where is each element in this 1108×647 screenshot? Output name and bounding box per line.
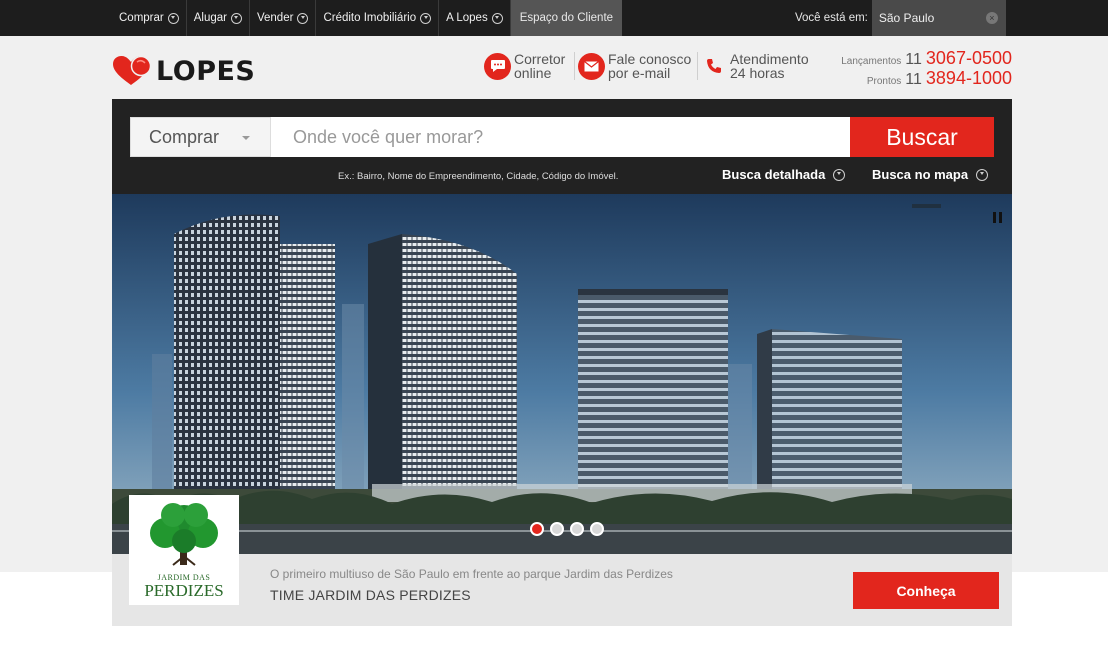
search-button[interactable]: Buscar	[850, 117, 994, 157]
map-search-label: Busca no mapa	[872, 167, 969, 182]
carousel-dot[interactable]	[570, 522, 584, 536]
slide-title: TIME JARDIM DAS PERDIZES	[270, 587, 471, 603]
mail-icon	[578, 52, 605, 80]
pause-icon[interactable]	[993, 212, 1002, 223]
search-type-select[interactable]: Comprar	[130, 117, 271, 157]
chevron-down-icon	[167, 12, 179, 24]
carousel-dot[interactable]	[550, 522, 564, 536]
heart-logo-icon	[112, 55, 152, 87]
location-label: Você está em:	[795, 12, 868, 24]
slide-progress	[912, 204, 941, 208]
hero-banner[interactable]	[112, 194, 1012, 554]
chevron-down-icon	[242, 136, 250, 140]
chevron-down-icon	[297, 12, 309, 24]
search-input[interactable]	[271, 117, 850, 157]
nav-item-client-area[interactable]: Espaço do Cliente	[510, 0, 623, 36]
email-contact[interactable]: Fale conosco por e-mail	[578, 52, 691, 80]
launches-ddd: 11	[905, 51, 922, 68]
ready-number: 3894-1000	[925, 68, 1012, 88]
location-value: São Paulo	[878, 11, 935, 25]
email-line2: por e-mail	[608, 65, 671, 81]
email-contact-text: Fale conosco por e-mail	[608, 52, 691, 80]
nav-item-label: Crédito Imobiliário	[323, 12, 417, 24]
logo[interactable]: LOPES	[112, 55, 255, 87]
phone-icon	[704, 53, 724, 80]
search-hint: Ex.: Bairro, Nome do Empreendimento, Cid…	[338, 171, 619, 182]
nav-item-vender[interactable]: Vender	[250, 0, 317, 36]
brand-name: LOPES	[156, 55, 256, 87]
nav-item-credito[interactable]: Crédito Imobiliário	[316, 0, 440, 36]
email-line1: Fale conosco	[608, 51, 692, 67]
search-type-value: Comprar	[149, 126, 220, 147]
ready-ddd: 11	[905, 71, 922, 88]
chevron-down-icon	[833, 168, 846, 181]
location-select[interactable]: São Paulo ×	[871, 0, 1006, 36]
nav-item-alugar[interactable]: Alugar	[187, 0, 250, 36]
nav-item-comprar[interactable]: Comprar	[112, 0, 187, 36]
chat-icon	[484, 52, 511, 80]
project-logo[interactable]: JARDIM DAS PERDIZES	[129, 495, 239, 605]
chat-line1: Corretor	[514, 51, 566, 67]
nav-item-label: A Lopes	[446, 12, 488, 24]
badge-line2: PERDIZES	[144, 581, 224, 600]
chevron-down-icon	[230, 12, 242, 24]
phone-numbers: Lançamentos 11 3067-0500 Prontos 11 3894…	[834, 48, 1012, 90]
top-nav: Comprar Alugar Vender Crédito Imobiliári…	[112, 0, 623, 36]
nav-item-label: Vender	[256, 12, 294, 24]
phone-contact[interactable]: Atendimento 24 horas	[704, 52, 809, 80]
location-picker: Você está em: São Paulo ×	[795, 0, 1006, 36]
nav-item-label: Alugar	[193, 12, 227, 24]
chat-line2: online	[514, 65, 552, 81]
phone-line2: 24 horas	[730, 65, 785, 81]
ready-phone[interactable]: Prontos 11 3894-1000	[834, 68, 1012, 90]
carousel-dots	[530, 522, 604, 536]
slide-description: O primeiro multiuso de São Paulo em fren…	[270, 567, 673, 581]
close-icon[interactable]: ×	[985, 12, 998, 24]
tree-icon	[150, 503, 218, 566]
phone-contact-text: Atendimento 24 horas	[730, 52, 809, 80]
phone-line1: Atendimento	[730, 51, 809, 67]
carousel-dot[interactable]	[530, 522, 544, 536]
nav-item-label: Comprar	[119, 12, 164, 24]
divider	[574, 52, 575, 80]
chevron-down-icon	[976, 168, 989, 181]
detailed-search-label: Busca detalhada	[722, 167, 826, 182]
conheca-button[interactable]: Conheça	[853, 572, 999, 609]
hero-image	[112, 194, 1012, 554]
ready-label: Prontos	[866, 76, 902, 87]
slide-caption: O primeiro multiuso de São Paulo em fren…	[112, 554, 1012, 626]
search-panel: Comprar Buscar Ex.: Bairro, Nome do Empr…	[112, 99, 1012, 194]
top-bar: Comprar Alugar Vender Crédito Imobiliári…	[0, 0, 1108, 36]
nav-item-label: Espaço do Cliente	[519, 12, 614, 24]
chat-contact-text: Corretor online	[514, 52, 565, 80]
divider	[697, 52, 698, 80]
chevron-down-icon	[491, 12, 503, 24]
launches-number: 3067-0500	[925, 48, 1012, 68]
carousel-dot[interactable]	[590, 522, 604, 536]
nav-item-a-lopes[interactable]: A Lopes	[439, 0, 511, 36]
chevron-down-icon	[420, 12, 432, 24]
launches-phone[interactable]: Lançamentos 11 3067-0500	[834, 48, 1012, 70]
launches-label: Lançamentos	[841, 56, 902, 67]
chat-contact[interactable]: Corretor online	[484, 52, 565, 80]
detailed-search-link[interactable]: Busca detalhada	[722, 167, 846, 182]
map-search-link[interactable]: Busca no mapa	[872, 167, 989, 182]
